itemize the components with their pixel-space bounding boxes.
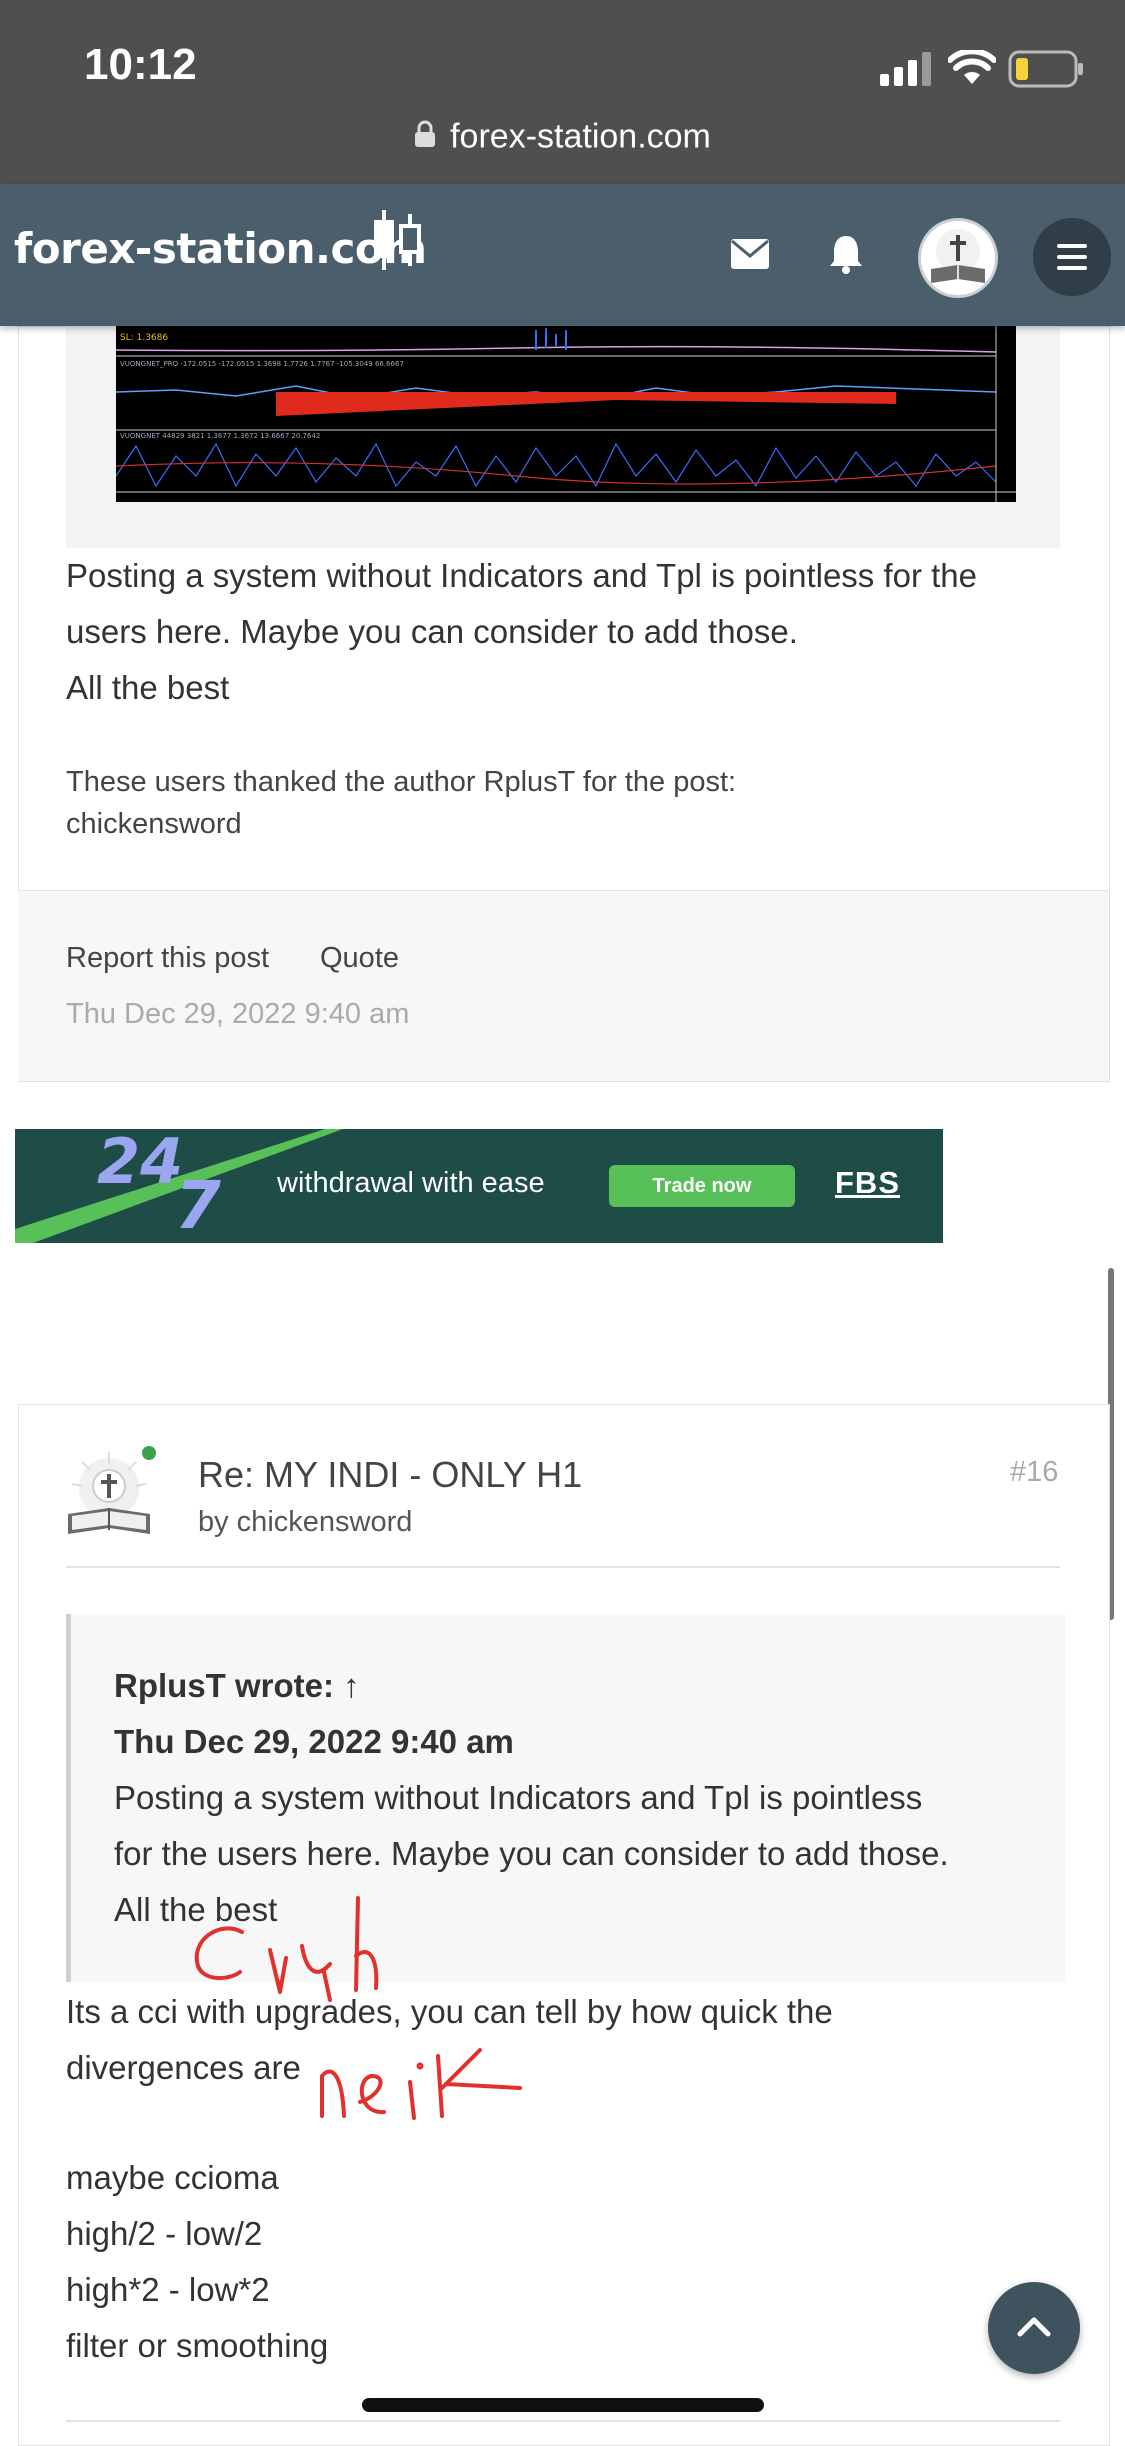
quote-date: Thu Dec 29, 2022 9:40 am: [114, 1723, 514, 1760]
scroll-to-top-button[interactable]: [988, 2282, 1080, 2374]
online-status-dot: [142, 1446, 156, 1460]
post-author[interactable]: by chickensword: [198, 1506, 412, 1539]
svg-text:VUONGNET_PRO -172.0515 -172.05: VUONGNET_PRO -172.0515 -172.0515 1.3698 …: [120, 360, 404, 368]
bell-icon[interactable]: [828, 234, 864, 278]
post-date: Thu Dec 29, 2022 9:40 am: [66, 998, 410, 1030]
site-logo[interactable]: forex-station.com: [14, 224, 427, 273]
chart-image[interactable]: SL: 1.3686 VUONGNET_PRO -172.0515 -172.0…: [115, 326, 1016, 502]
reply-list: maybe ccioma high/2 - low/2 high*2 - low…: [66, 2150, 328, 2374]
author-avatar[interactable]: [64, 1450, 154, 1540]
divider: [66, 2420, 1060, 2422]
post-number[interactable]: #16: [1010, 1456, 1058, 1489]
list-item: high/2 - low/2: [66, 2215, 263, 2252]
logo-candles-icon: [368, 208, 424, 276]
report-post-link[interactable]: Report this post: [66, 942, 269, 975]
list-item: filter or smoothing: [66, 2327, 329, 2364]
ad-banner[interactable]: 24 7 withdrawal with ease Trade now FBS: [15, 1129, 943, 1243]
thanks-label: These users thanked the author RplusT fo…: [66, 766, 737, 798]
svg-text:VUONGNET 44829 3821 1.3677 1.3: VUONGNET 44829 3821 1.3677 1.3672 13.666…: [120, 432, 320, 440]
fbs-logo: FBS: [835, 1165, 900, 1200]
svg-text:SL: 1.3686: SL: 1.3686: [120, 333, 168, 343]
avatar[interactable]: [918, 218, 998, 298]
post-body-line: Posting a system without Indicators and …: [66, 557, 978, 594]
url-text: forex-station.com: [450, 117, 711, 156]
menu-button[interactable]: [1033, 218, 1111, 296]
quote-link[interactable]: Quote: [320, 942, 399, 975]
post-title[interactable]: Re: MY INDI - ONLY H1: [198, 1454, 582, 1496]
banner-number-7: 7: [175, 1167, 221, 1243]
status-time: 10:12: [84, 40, 197, 89]
signal-icon: [880, 52, 932, 90]
battery-icon: [1008, 50, 1084, 92]
home-indicator: [362, 2398, 764, 2412]
wifi-icon: [947, 48, 997, 90]
hamburger-icon: [1057, 244, 1087, 270]
url-bar[interactable]: forex-station.com: [0, 116, 1125, 157]
lock-icon: [414, 118, 436, 157]
banner-number-24: 24: [97, 1129, 184, 1198]
post-footer: [18, 890, 1108, 1081]
chevron-up-icon: [1017, 2317, 1051, 2337]
trade-now-button[interactable]: Trade now: [609, 1165, 795, 1207]
post-body: Posting a system without Indicators and …: [66, 548, 977, 716]
list-item: high*2 - low*2: [66, 2271, 270, 2308]
handwritten-scribble: [194, 1896, 522, 2120]
divider: [66, 1566, 1060, 1568]
quote-line: for the users here. Maybe you can consid…: [114, 1835, 949, 1872]
envelope-icon[interactable]: [730, 238, 770, 274]
quote-author[interactable]: RplusT wrote: ↑: [114, 1658, 360, 1714]
quote-line: Posting a system without Indicators and …: [114, 1779, 923, 1816]
post-body-line: All the best: [66, 669, 230, 706]
post-body-line: users here. Maybe you can consider to ad…: [66, 613, 798, 650]
thanks-user-link[interactable]: chickensword: [66, 804, 242, 844]
banner-tagline: withdrawal with ease: [277, 1167, 545, 1199]
